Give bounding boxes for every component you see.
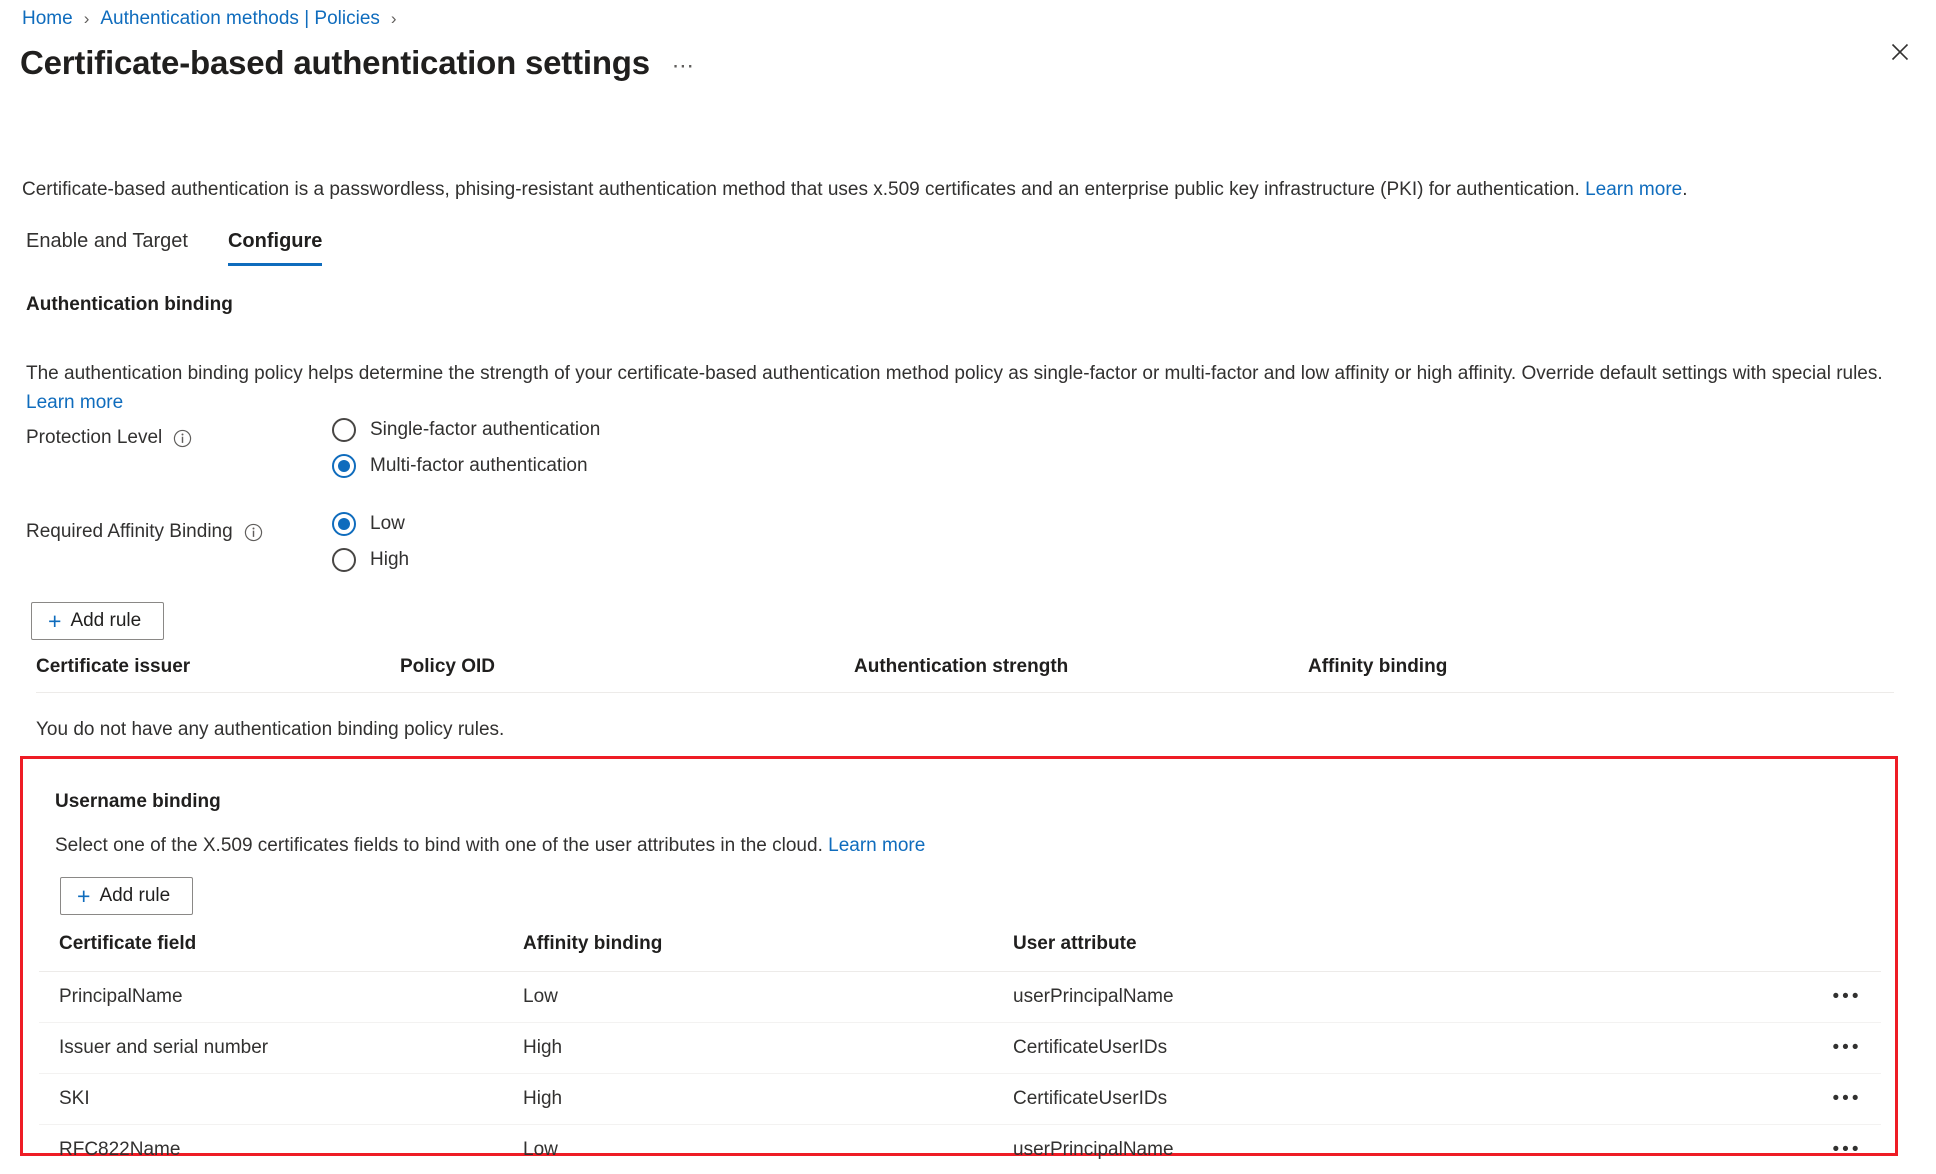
username-binding-description: Select one of the X.509 certificates fie…: [55, 833, 925, 859]
cell-certificate-field: RFC822Name: [59, 1139, 181, 1160]
breadcrumb-item-home[interactable]: Home: [22, 6, 73, 32]
page-title: Certificate-based authentication setting…: [20, 44, 650, 81]
breadcrumb-separator-icon: ›: [83, 9, 90, 28]
radio-mark-icon: [332, 418, 356, 442]
radio-mark-icon: [332, 548, 356, 572]
username-binding-heading: Username binding: [55, 791, 221, 812]
table-row[interactable]: PrincipalName Low userPrincipalName •••: [39, 972, 1881, 1023]
column-header-authentication-strength: Authentication strength: [854, 656, 1069, 677]
blade-description: Certificate-based authentication is a pa…: [22, 177, 1902, 203]
plus-icon: +: [77, 883, 91, 909]
protection-level-label-text: Protection Level: [26, 427, 163, 448]
column-header-certificate-field: Certificate field: [59, 933, 197, 954]
authentication-binding-description-text: The authentication binding policy helps …: [26, 363, 1883, 384]
certificate-based-auth-settings-blade: Home › Authentication methods | Policies…: [0, 0, 1936, 1174]
row-context-menu-icon[interactable]: •••: [1813, 972, 1881, 1023]
column-header-affinity-binding: Affinity binding: [1308, 656, 1448, 677]
protection-level-radio-group: Single-factor authentication Multi-facto…: [332, 418, 600, 478]
protection-level-field: Protection Level Single-factor authentic…: [26, 418, 600, 478]
cell-user-attribute: CertificateUserIDs: [1013, 1088, 1168, 1109]
radio-affinity-low-label: Low: [370, 513, 405, 534]
tab-configure[interactable]: Configure: [227, 228, 338, 266]
info-icon[interactable]: [173, 429, 192, 448]
breadcrumb-item-authentication-methods-policies[interactable]: Authentication methods | Policies: [100, 6, 380, 32]
authentication-binding-table: Certificate issuer Policy OID Authentica…: [36, 656, 1894, 767]
required-affinity-binding-label-text: Required Affinity Binding: [26, 521, 233, 542]
close-button[interactable]: [1878, 30, 1922, 74]
cell-user-attribute: userPrincipalName: [1013, 1139, 1174, 1160]
cell-certificate-field: SKI: [59, 1088, 90, 1109]
breadcrumb: Home › Authentication methods | Policies…: [22, 6, 408, 32]
table-header-row: Certificate field Affinity binding User …: [39, 933, 1881, 972]
column-header-affinity-binding: Affinity binding: [523, 933, 663, 954]
column-header-user-attribute: User attribute: [1013, 933, 1137, 954]
title-row: Certificate-based authentication setting…: [20, 42, 696, 84]
row-context-menu-icon[interactable]: •••: [1813, 1023, 1881, 1074]
required-affinity-binding-field: Required Affinity Binding Low High: [26, 512, 409, 572]
blade-description-suffix: .: [1682, 179, 1688, 200]
cell-certificate-field: PrincipalName: [59, 986, 183, 1007]
username-binding-section: Username binding Select one of the X.509…: [20, 756, 1898, 1160]
table-row[interactable]: RFC822Name Low userPrincipalName •••: [39, 1125, 1881, 1174]
cell-affinity-binding: Low: [523, 1139, 558, 1160]
add-rule-label: Add rule: [70, 610, 142, 631]
radio-multi-factor-authentication[interactable]: Multi-factor authentication: [332, 454, 600, 478]
cell-user-attribute: CertificateUserIDs: [1013, 1037, 1168, 1058]
column-header-actions: [1813, 933, 1881, 972]
radio-affinity-high-label: High: [370, 549, 410, 570]
table-row[interactable]: Issuer and serial number High Certificat…: [39, 1023, 1881, 1074]
add-rule-label: Add rule: [99, 885, 171, 906]
radio-single-factor-authentication[interactable]: Single-factor authentication: [332, 418, 600, 442]
breadcrumb-separator-icon-2: ›: [390, 9, 397, 28]
more-options-icon[interactable]: ⋯: [672, 55, 696, 77]
tab-bar: Enable and Target Configure: [26, 228, 362, 266]
blade-description-text: Certificate-based authentication is a pa…: [22, 179, 1586, 200]
radio-single-factor-label: Single-factor authentication: [370, 419, 601, 440]
radio-multi-factor-label: Multi-factor authentication: [370, 455, 588, 476]
required-affinity-binding-label: Required Affinity Binding: [26, 512, 332, 545]
authentication-binding-heading: Authentication binding: [26, 294, 233, 315]
username-binding-description-text: Select one of the X.509 certificates fie…: [55, 835, 829, 856]
close-icon: [1890, 42, 1910, 62]
info-icon[interactable]: [244, 523, 263, 542]
cell-user-attribute: userPrincipalName: [1013, 986, 1174, 1007]
table-row[interactable]: SKI High CertificateUserIDs •••: [39, 1074, 1881, 1125]
authentication-binding-description: The authentication binding policy helps …: [26, 359, 1886, 417]
required-affinity-binding-radio-group: Low High: [332, 512, 409, 572]
row-context-menu-icon[interactable]: •••: [1813, 1125, 1881, 1174]
username-binding-table: Certificate field Affinity binding User …: [39, 933, 1881, 1174]
protection-level-label: Protection Level: [26, 418, 332, 451]
blade-description-learn-more-link[interactable]: Learn more: [1585, 179, 1682, 200]
radio-affinity-high[interactable]: High: [332, 548, 409, 572]
table-header-row: Certificate issuer Policy OID Authentica…: [36, 656, 1894, 693]
cell-affinity-binding: High: [523, 1037, 563, 1058]
add-rule-button-authentication-binding[interactable]: + Add rule: [31, 602, 165, 640]
cell-affinity-binding: Low: [523, 986, 558, 1007]
radio-mark-icon-selected: [332, 512, 356, 536]
radio-affinity-low[interactable]: Low: [332, 512, 409, 536]
column-header-certificate-issuer: Certificate issuer: [36, 656, 191, 677]
tab-enable-and-target[interactable]: Enable and Target: [26, 228, 204, 266]
cell-affinity-binding: High: [523, 1088, 563, 1109]
radio-mark-icon-selected: [332, 454, 356, 478]
username-binding-learn-more-link[interactable]: Learn more: [828, 835, 925, 856]
cell-certificate-field: Issuer and serial number: [59, 1037, 269, 1058]
plus-icon: +: [48, 608, 62, 634]
add-rule-button-username-binding[interactable]: + Add rule: [60, 877, 194, 915]
row-context-menu-icon[interactable]: •••: [1813, 1074, 1881, 1125]
authentication-binding-learn-more-link[interactable]: Learn more: [26, 392, 123, 413]
column-header-policy-oid: Policy OID: [400, 656, 496, 677]
